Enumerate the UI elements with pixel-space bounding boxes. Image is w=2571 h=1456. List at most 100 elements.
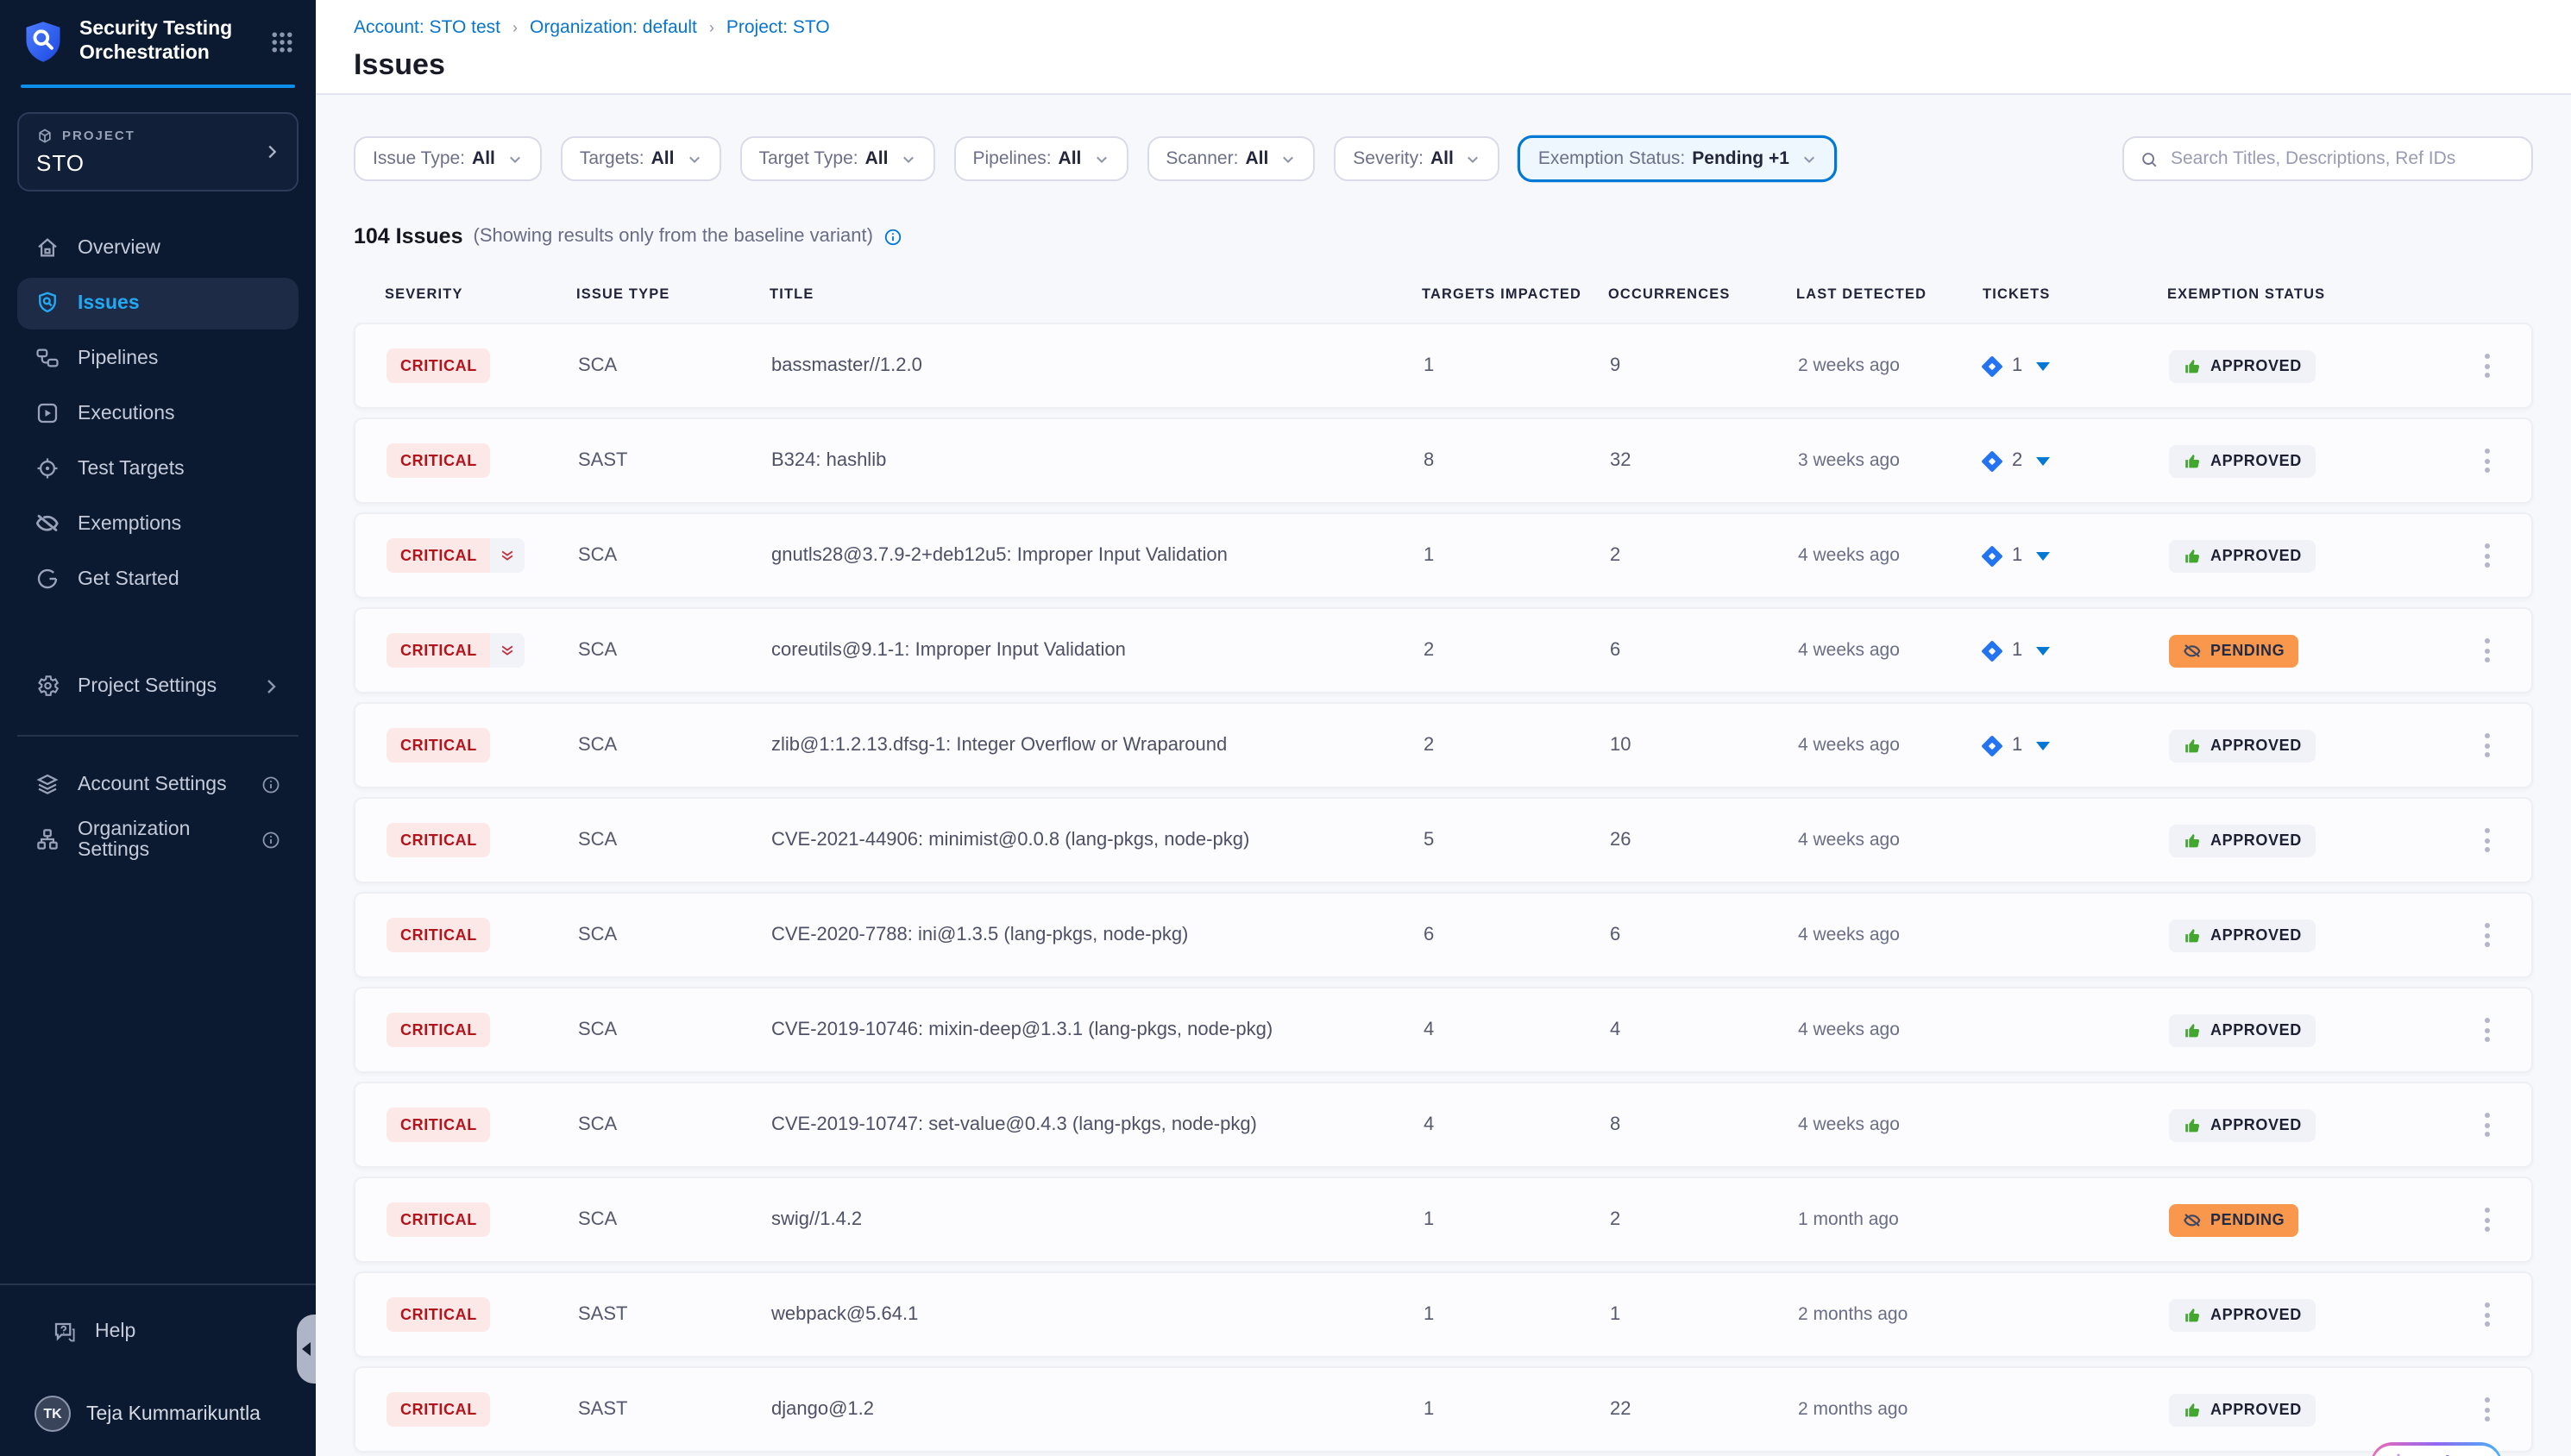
user-menu[interactable]: TK Teja Kummarikuntla xyxy=(17,1396,299,1432)
filter-dropdown-target-type[interactable]: Target Type:All xyxy=(739,136,934,181)
table-row[interactable]: CRITICAL SCA CVE-2021-44906: minimist@0.… xyxy=(354,797,2533,883)
tickets-cell: 2 xyxy=(1984,450,2169,471)
severity-badge: CRITICAL xyxy=(387,348,491,383)
sidebar-item-label: Help xyxy=(95,1321,135,1342)
ask-ai-button[interactable]: Ask AI xyxy=(2370,1442,2502,1456)
breadcrumb-link[interactable]: Project: STO xyxy=(726,17,830,38)
ticket-dropdown-icon[interactable] xyxy=(2036,646,2050,655)
last-detected: 4 weeks ago xyxy=(1798,830,1984,850)
module-grid-icon[interactable] xyxy=(269,29,295,55)
severity-label: CRITICAL xyxy=(387,443,491,478)
exemption-status-badge: APPROVED xyxy=(2169,729,2316,762)
issue-type: SCA xyxy=(578,545,771,566)
exemption-status-label: APPROVED xyxy=(2210,547,2302,564)
sidebar-item-label: Pipelines xyxy=(78,348,158,369)
sidebar-footer: Help TK Teja Kummarikuntla xyxy=(0,1283,316,1456)
table-row[interactable]: CRITICAL SAST django@1.2 1 22 2 months a… xyxy=(354,1366,2533,1453)
filter-dropdown-scanner[interactable]: Scanner:All xyxy=(1147,136,1315,181)
executions-icon xyxy=(35,401,60,427)
jira-ticket-icon xyxy=(1981,449,2002,471)
row-menu-button[interactable] xyxy=(2478,1106,2497,1144)
baseline-note: (Showing results only from the baseline … xyxy=(474,226,873,247)
sidebar-collapse-handle[interactable] xyxy=(297,1315,316,1384)
exemption-status-label: APPROVED xyxy=(2210,452,2302,469)
exemption-status-label: APPROVED xyxy=(2210,1021,2302,1039)
info-icon[interactable] xyxy=(261,830,281,850)
sidebar-item-pipelines[interactable]: Pipelines xyxy=(17,333,299,385)
info-icon[interactable] xyxy=(261,775,281,795)
info-icon[interactable] xyxy=(883,227,902,246)
occurrences: 6 xyxy=(1610,640,1798,661)
table-row[interactable]: CRITICAL SAST webpack@5.64.1 1 1 2 month… xyxy=(354,1271,2533,1358)
sidebar-item-organization-settings[interactable]: Organization Settings xyxy=(17,814,299,866)
row-menu-button[interactable] xyxy=(2478,442,2497,480)
column-header: TARGETS IMPACTED xyxy=(1422,286,1608,302)
sidebar-item-test-targets[interactable]: Test Targets xyxy=(17,443,299,495)
sidebar-header: Security Testing Orchestration xyxy=(0,0,316,67)
sidebar-item-account-settings[interactable]: Account Settings xyxy=(17,759,299,811)
row-menu-button[interactable] xyxy=(2478,726,2497,764)
table-row[interactable]: CRITICAL SCA zlib@1:1.2.13.dfsg-1: Integ… xyxy=(354,702,2533,788)
breadcrumb-link[interactable]: Account: STO test xyxy=(354,17,500,38)
thumbs-up-icon xyxy=(2183,1115,2202,1134)
row-menu-button[interactable] xyxy=(2478,1296,2497,1334)
ticket-count: 1 xyxy=(2012,355,2022,376)
filter-dropdown-targets[interactable]: Targets:All xyxy=(561,136,721,181)
exemption-status-label: APPROVED xyxy=(2210,1306,2302,1323)
eye-off-icon xyxy=(2183,1210,2202,1229)
occurrences: 2 xyxy=(1610,545,1798,566)
filter-dropdown-issue-type[interactable]: Issue Type:All xyxy=(354,136,542,181)
filter-label: Targets: xyxy=(580,148,644,169)
table-row[interactable]: CRITICAL SCA CVE-2020-7788: ini@1.3.5 (l… xyxy=(354,892,2533,978)
targets-impacted: 2 xyxy=(1424,735,1610,756)
ticket-dropdown-icon[interactable] xyxy=(2036,361,2050,370)
row-menu-button[interactable] xyxy=(2478,1201,2497,1239)
sidebar-item-executions[interactable]: Executions xyxy=(17,388,299,440)
row-menu-button[interactable] xyxy=(2478,347,2497,385)
filter-dropdown-exemption-status[interactable]: Exemption Status:Pending +1 xyxy=(1519,136,1836,181)
table-row[interactable]: CRITICAL SAST B324: hashlib 8 32 3 weeks… xyxy=(354,417,2533,504)
row-menu-button[interactable] xyxy=(2478,916,2497,954)
table-row[interactable]: CRITICAL SCA swig//1.4.2 1 2 1 month ago… xyxy=(354,1177,2533,1263)
table-row[interactable]: CRITICAL SCA gnutls28@3.7.9-2+deb12u5: I… xyxy=(354,512,2533,599)
search-input[interactable] xyxy=(2171,148,2516,169)
search-box[interactable] xyxy=(2122,136,2533,181)
gear-icon xyxy=(35,674,60,700)
breadcrumb-link[interactable]: Organization: default xyxy=(530,17,697,38)
column-header: LAST DETECTED xyxy=(1796,286,1983,302)
row-menu-button[interactable] xyxy=(2478,1390,2497,1428)
issue-type: SCA xyxy=(578,355,771,376)
thumbs-up-icon xyxy=(2183,926,2202,945)
row-menu-button[interactable] xyxy=(2478,631,2497,669)
breadcrumb-separator-icon: › xyxy=(512,19,518,36)
ticket-dropdown-icon[interactable] xyxy=(2036,551,2050,560)
sidebar-item-help[interactable]: Help xyxy=(35,1306,281,1358)
issue-title: swig//1.4.2 xyxy=(771,1209,1424,1230)
row-menu-button[interactable] xyxy=(2478,821,2497,859)
ticket-dropdown-icon[interactable] xyxy=(2036,741,2050,750)
row-menu-button[interactable] xyxy=(2478,1011,2497,1049)
ticket-count: 1 xyxy=(2012,640,2022,661)
sidebar-item-overview[interactable]: Overview xyxy=(17,223,299,274)
filter-dropdown-severity[interactable]: Severity:All xyxy=(1334,136,1500,181)
filter-dropdown-pipelines[interactable]: Pipelines:All xyxy=(953,136,1128,181)
table-row[interactable]: CRITICAL SCA bassmaster//1.2.0 1 9 2 wee… xyxy=(354,323,2533,409)
table-row[interactable]: CRITICAL SCA CVE-2019-10746: mixin-deep@… xyxy=(354,987,2533,1073)
table-row[interactable]: CRITICAL SCA CVE-2019-10747: set-value@0… xyxy=(354,1082,2533,1168)
project-selector[interactable]: PROJECT STO xyxy=(17,112,299,191)
sidebar-item-label: Get Started xyxy=(78,569,179,590)
sidebar-item-get-started[interactable]: Get Started xyxy=(17,554,299,606)
table-row[interactable]: CRITICAL SCA coreutils@9.1-1: Improper I… xyxy=(354,607,2533,693)
sidebar-item-exemptions[interactable]: Exemptions xyxy=(17,499,299,550)
sidebar-item-issues[interactable]: Issues xyxy=(17,278,299,329)
severity-badge: CRITICAL xyxy=(387,823,491,857)
sidebar-item-project-settings[interactable]: Project Settings xyxy=(17,661,299,712)
severity-label: CRITICAL xyxy=(387,1108,491,1142)
filter-label: Scanner: xyxy=(1166,148,1238,169)
occurrences: 8 xyxy=(1610,1114,1798,1135)
chevron-down-icon xyxy=(507,151,523,166)
row-menu-button[interactable] xyxy=(2478,537,2497,574)
org-chart-gear-icon xyxy=(35,827,60,853)
page-header: Account: STO test›Organization: default›… xyxy=(316,0,2571,95)
ticket-dropdown-icon[interactable] xyxy=(2036,456,2050,465)
